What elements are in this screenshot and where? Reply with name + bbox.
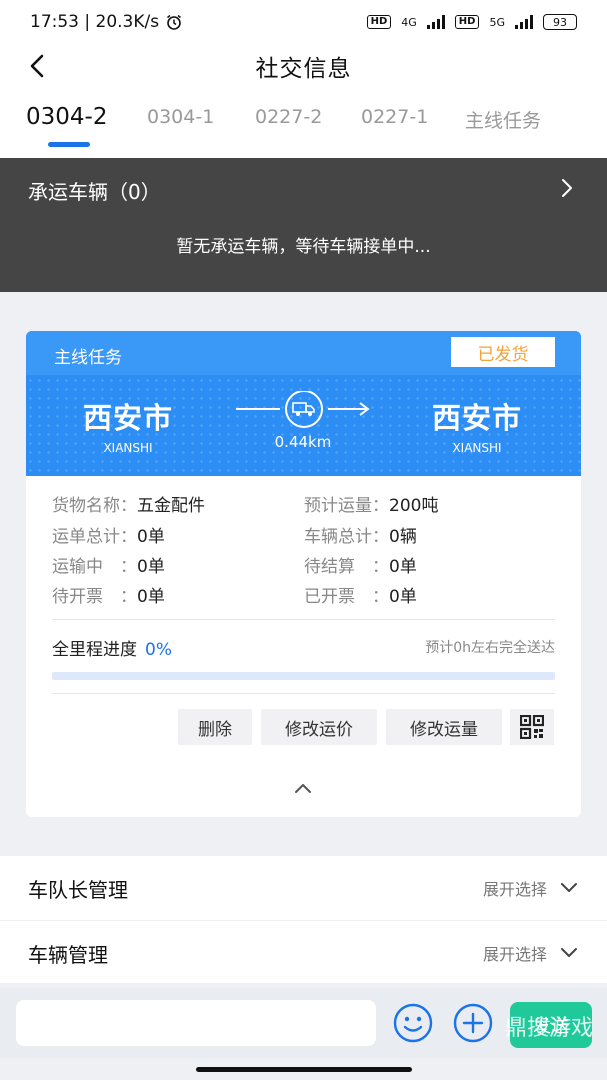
chevron-down-icon (561, 883, 577, 892)
info-pending-invoice: 待开票 ：0单 (52, 582, 165, 607)
status-time-speed: 17:53 | 20.3K/s (30, 12, 160, 32)
info-value: 0单 (137, 557, 165, 577)
info-pending-settlement: 待结算 ：0单 (304, 552, 417, 577)
tab-0304-2[interactable]: 0304-2 (26, 104, 107, 130)
route-header: 主线任务 已发货 西安市 XIANSHI 0.44km 西安市 XIANSHI (26, 331, 581, 476)
info-waybill-total: 运单总计：0单 (52, 522, 165, 547)
info-value: 0辆 (389, 527, 417, 547)
route-distance: 0.44km (274, 433, 332, 451)
divider (52, 693, 555, 694)
hd-badge: HD (366, 15, 392, 29)
vehicle-management-row[interactable]: 车辆管理 展开选择 (0, 921, 607, 983)
hd-badge-2: HD (454, 15, 480, 29)
info-in-transit: 运输中 ：0单 (52, 552, 165, 577)
chevron-right-icon[interactable] (557, 176, 577, 200)
progress-label: 全里程进度 0% (52, 635, 172, 660)
watermark-text: 鼎搜游戏 (504, 1016, 593, 1041)
destination-city-pinyin: XIANSHI (452, 441, 502, 455)
info-vehicle-total: 车辆总计：0辆 (304, 522, 417, 547)
origin-city-pinyin: XIANSHI (103, 441, 153, 455)
chevron-up-icon[interactable] (288, 777, 318, 799)
navbar: 社交信息 (0, 44, 607, 88)
tab-main-task[interactable]: 主线任务 (465, 106, 541, 133)
status-left: 17:53 | 20.3K/s (30, 12, 183, 32)
progress-label-text: 全里程进度 (52, 640, 137, 660)
vehicle-expand[interactable]: 展开选择 (483, 941, 579, 965)
tab-0227-1[interactable]: 0227-1 (361, 106, 428, 128)
network-5g-label: 5G (489, 15, 505, 29)
emoji-icon[interactable] (392, 1002, 434, 1044)
task-card: 主线任务 已发货 西安市 XIANSHI 0.44km 西安市 XIANSHI … (26, 331, 581, 817)
info-label: 待开票 ： (52, 587, 137, 607)
expand-select-label: 展开选择 (482, 945, 547, 964)
info-value: 200吨 (389, 496, 439, 516)
signal-icon (426, 15, 445, 29)
info-value: 0单 (137, 587, 165, 607)
edit-price-button[interactable]: 修改运价 (261, 709, 377, 745)
origin-city-name: 西安市 (82, 401, 173, 435)
info-invoiced: 已开票 ：0单 (304, 582, 417, 607)
eta-text: 预计0h左右完全送达 (425, 640, 555, 656)
info-label: 车辆总计： (304, 527, 389, 547)
destination-city-name: 西安市 (431, 401, 522, 435)
alarm-icon (167, 14, 182, 30)
tab-0304-1[interactable]: 0304-1 (147, 106, 214, 128)
tab-0227-2[interactable]: 0227-2 (255, 106, 322, 128)
network-4g-label: 4G (401, 15, 417, 29)
chevron-down-icon (561, 948, 577, 957)
info-value: 五金配件 (137, 496, 205, 516)
back-icon[interactable] (22, 50, 52, 82)
fleet-leader-expand[interactable]: 展开选择 (483, 876, 579, 900)
info-label: 已开票 ： (304, 587, 389, 607)
qr-code-icon (520, 715, 544, 739)
tab-indicator (48, 142, 90, 147)
delete-button[interactable]: 删除 (178, 709, 252, 745)
fleet-leader-management-title: 车队长管理 (28, 878, 128, 902)
message-input[interactable] (16, 1000, 376, 1046)
status-bar: 17:53 | 20.3K/s HD 4G HD 5G 93 (0, 0, 607, 44)
info-planned-volume: 预计运量：200吨 (304, 491, 438, 516)
info-label: 预计运量： (304, 496, 389, 516)
signal-icon-2 (515, 15, 533, 29)
tab-bar: 0304-2 0304-1 0227-2 0227-1 主线任务 (0, 88, 607, 158)
qr-code-button[interactable] (510, 709, 554, 745)
divider (52, 619, 555, 620)
progress-percent: 0% (145, 640, 172, 660)
info-label: 待结算 ： (304, 557, 389, 577)
info-label: 货物名称： (52, 496, 137, 516)
home-indicator (196, 1067, 412, 1072)
battery-icon: 93 (543, 14, 577, 30)
info-goods-name: 货物名称：五金配件 (52, 491, 205, 516)
origin-city: 西安市 XIANSHI (58, 395, 198, 455)
progress-bar (52, 672, 555, 680)
info-value: 0单 (389, 557, 417, 577)
info-value: 0单 (137, 527, 165, 547)
info-value: 0单 (389, 587, 417, 607)
status-right: HD 4G HD 5G 93 (366, 14, 577, 30)
info-label: 运输中 ： (52, 557, 137, 577)
expand-select-label: 展开选择 (482, 880, 547, 899)
edit-volume-button[interactable]: 修改运量 (386, 709, 502, 745)
message-input-bar: 发送 鼎搜游戏 (0, 988, 607, 1058)
status-badge: 已发货 (451, 337, 555, 367)
carrier-title: 承运车辆（0） (28, 180, 161, 204)
route-graphic: 0.44km (232, 391, 374, 451)
vehicle-management-title: 车辆管理 (28, 943, 108, 967)
carrier-section[interactable]: 承运车辆（0） 暂无承运车辆，等待车辆接单中... (0, 158, 607, 292)
plus-icon[interactable] (452, 1002, 494, 1044)
task-label: 主线任务 (54, 348, 122, 368)
destination-city: 西安市 XIANSHI (407, 395, 547, 455)
page-title: 社交信息 (255, 56, 352, 82)
fleet-leader-management-row[interactable]: 车队长管理 展开选择 (0, 856, 607, 920)
info-label: 运单总计： (52, 527, 137, 547)
truck-icon (292, 402, 315, 416)
carrier-empty-text: 暂无承运车辆，等待车辆接单中... (176, 237, 431, 257)
